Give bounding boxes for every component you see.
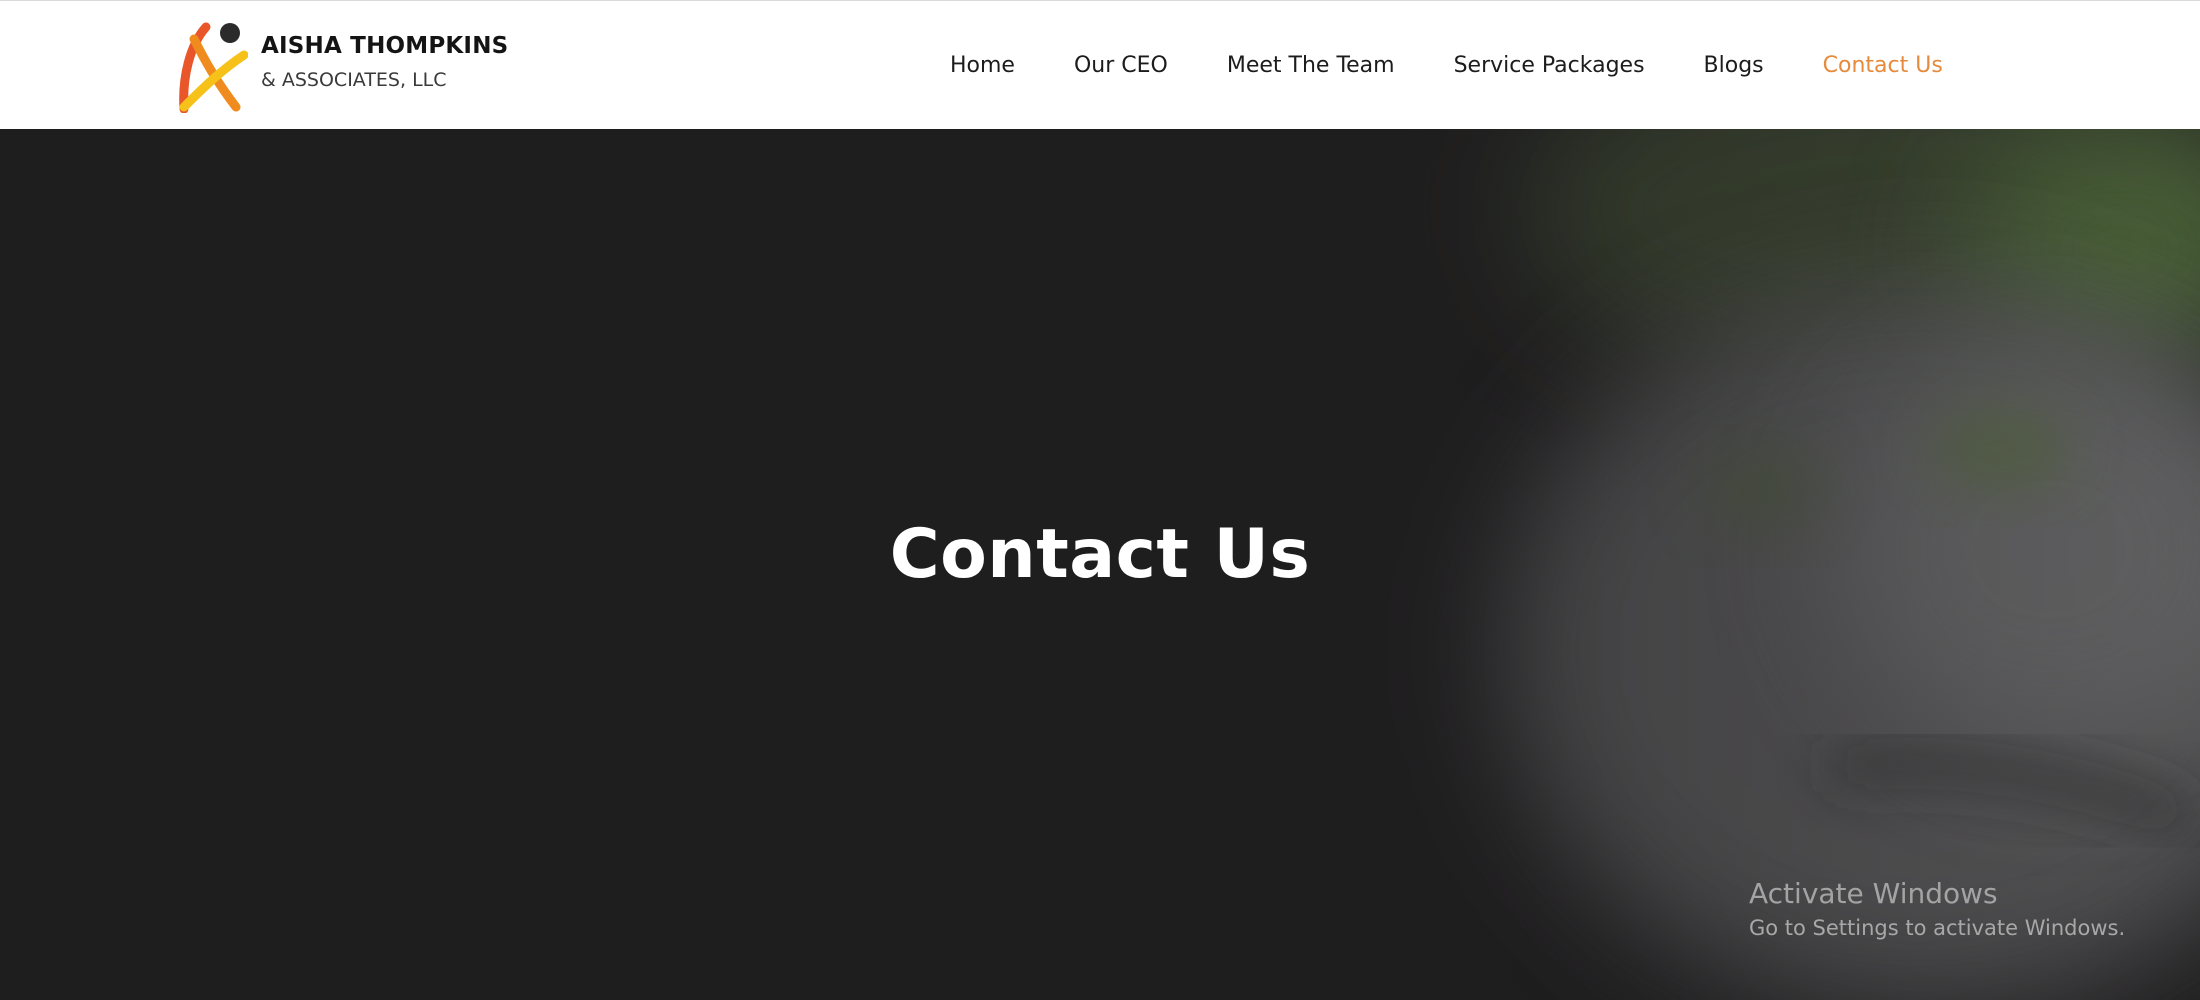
site-header: AISHA THOMPKINS & ASSOCIATES, LLC Home O… [0,0,2200,129]
nav-item-home[interactable]: Home [950,53,1015,78]
logo-name: AISHA THOMPKINS [261,33,509,59]
main-nav: Home Our CEO Meet The Team Service Packa… [950,1,1943,130]
logo-subtitle: & ASSOCIATES, LLC [261,69,447,91]
page-title: Contact Us [889,515,1311,594]
windows-activation-watermark: Activate Windows Go to Settings to activ… [1749,876,2125,944]
nav-item-service-packages[interactable]: Service Packages [1454,53,1645,78]
nav-item-blogs[interactable]: Blogs [1704,53,1764,78]
nav-item-our-ceo[interactable]: Our CEO [1074,53,1168,78]
watermark-subtitle: Go to Settings to activate Windows. [1749,916,2126,940]
watermark-title: Activate Windows [1749,877,1998,910]
nav-item-meet-the-team[interactable]: Meet The Team [1227,53,1395,78]
page: AISHA THOMPKINS & ASSOCIATES, LLC Home O… [0,0,2200,1000]
logo-icon [179,22,248,113]
nav-item-contact-us[interactable]: Contact Us [1823,53,1943,78]
hero-banner: Contact Us [0,129,2200,1000]
logo-link[interactable]: AISHA THOMPKINS & ASSOCIATES, LLC [176,19,516,113]
